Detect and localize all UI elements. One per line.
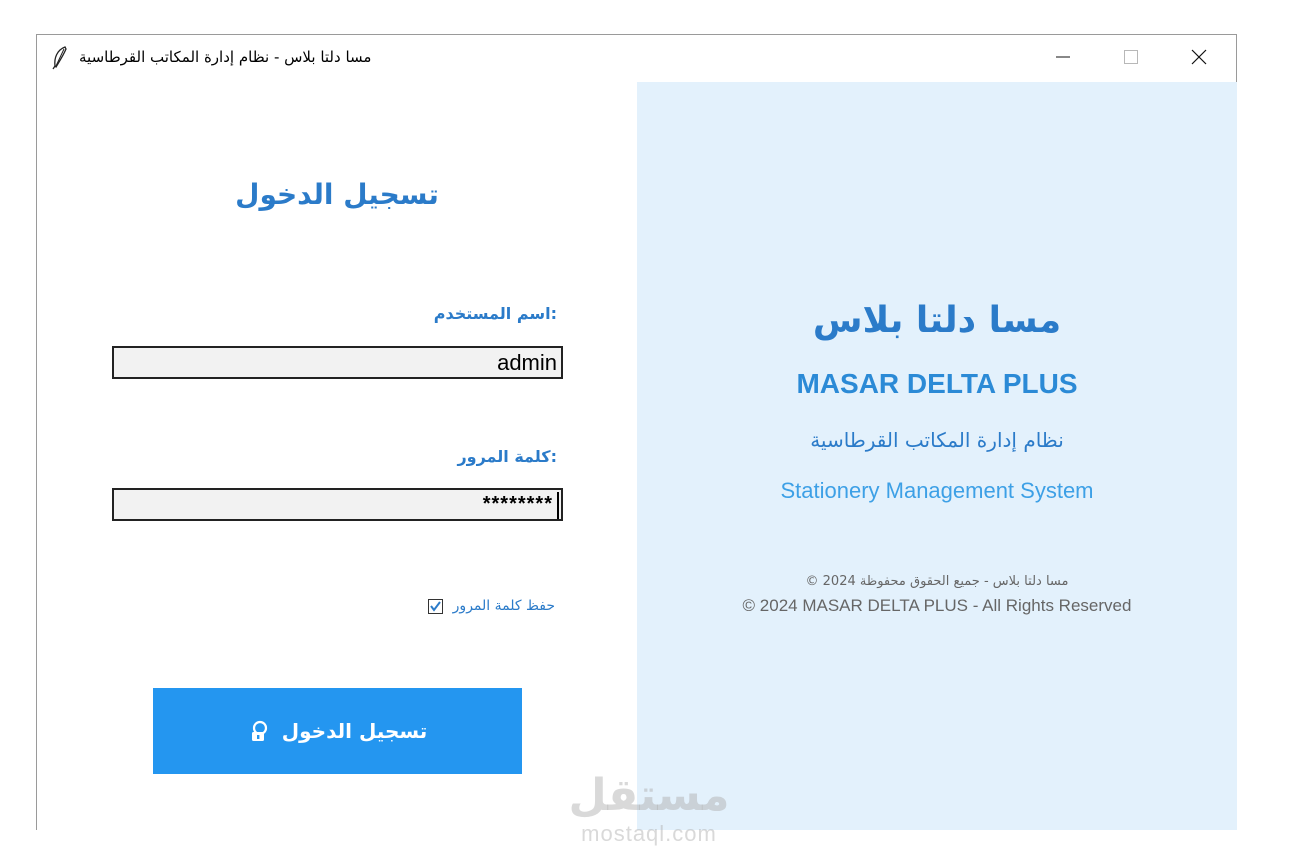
close-icon [1191,49,1207,69]
brand-panel: مسا دلتا بلاس MASAR DELTA PLUS نظام إدار… [637,82,1237,830]
login-button[interactable]: تسجيل الدخول [153,688,522,774]
login-panel: تسجيل الدخول :اسم المستخدم admin :كلمة ا… [37,82,637,830]
maximize-icon [1123,49,1139,69]
minimize-button[interactable] [1029,35,1097,82]
password-value: ******** [482,493,553,515]
login-button-label: تسجيل الدخول [281,719,428,743]
login-heading: تسجيل الدخول [235,178,439,211]
text-caret [557,492,559,519]
copyright-arabic: مسا دلتا بلاس - جميع الحقوق محفوظة 2024 … [805,574,1069,589]
window-title: مسا دلتا بلاس - نظام إدارة المكاتب القرط… [79,48,372,66]
username-label: :اسم المستخدم [433,304,557,323]
app-window: مسا دلتا بلاس - نظام إدارة المكاتب القرط… [36,34,1237,830]
username-value: admin [497,350,557,375]
password-label: :كلمة المرور [457,447,557,466]
minimize-icon [1055,49,1071,69]
copyright-english: © 2024 MASAR DELTA PLUS - All Rights Res… [742,596,1132,615]
maximize-button[interactable] [1097,35,1165,82]
system-subtitle-english: Stationery Management System [780,478,1094,503]
close-button[interactable] [1165,35,1233,82]
username-input[interactable]: admin [112,346,563,379]
user-lock-icon [248,719,272,743]
remember-password-label: حفظ كلمة المرور [452,598,555,614]
title-bar[interactable]: مسا دلتا بلاس - نظام إدارة المكاتب القرط… [37,35,1236,82]
remember-password-checkbox[interactable] [427,598,443,614]
brand-name-arabic: مسا دلتا بلاس [812,300,1062,341]
check-icon [429,600,441,612]
feather-icon [51,46,69,70]
system-subtitle-arabic: نظام إدارة المكاتب القرطاسية [810,428,1064,452]
brand-name-english: MASAR DELTA PLUS [796,368,1078,399]
password-input[interactable]: ******** [112,488,563,521]
remember-password[interactable]: حفظ كلمة المرور [427,598,555,614]
